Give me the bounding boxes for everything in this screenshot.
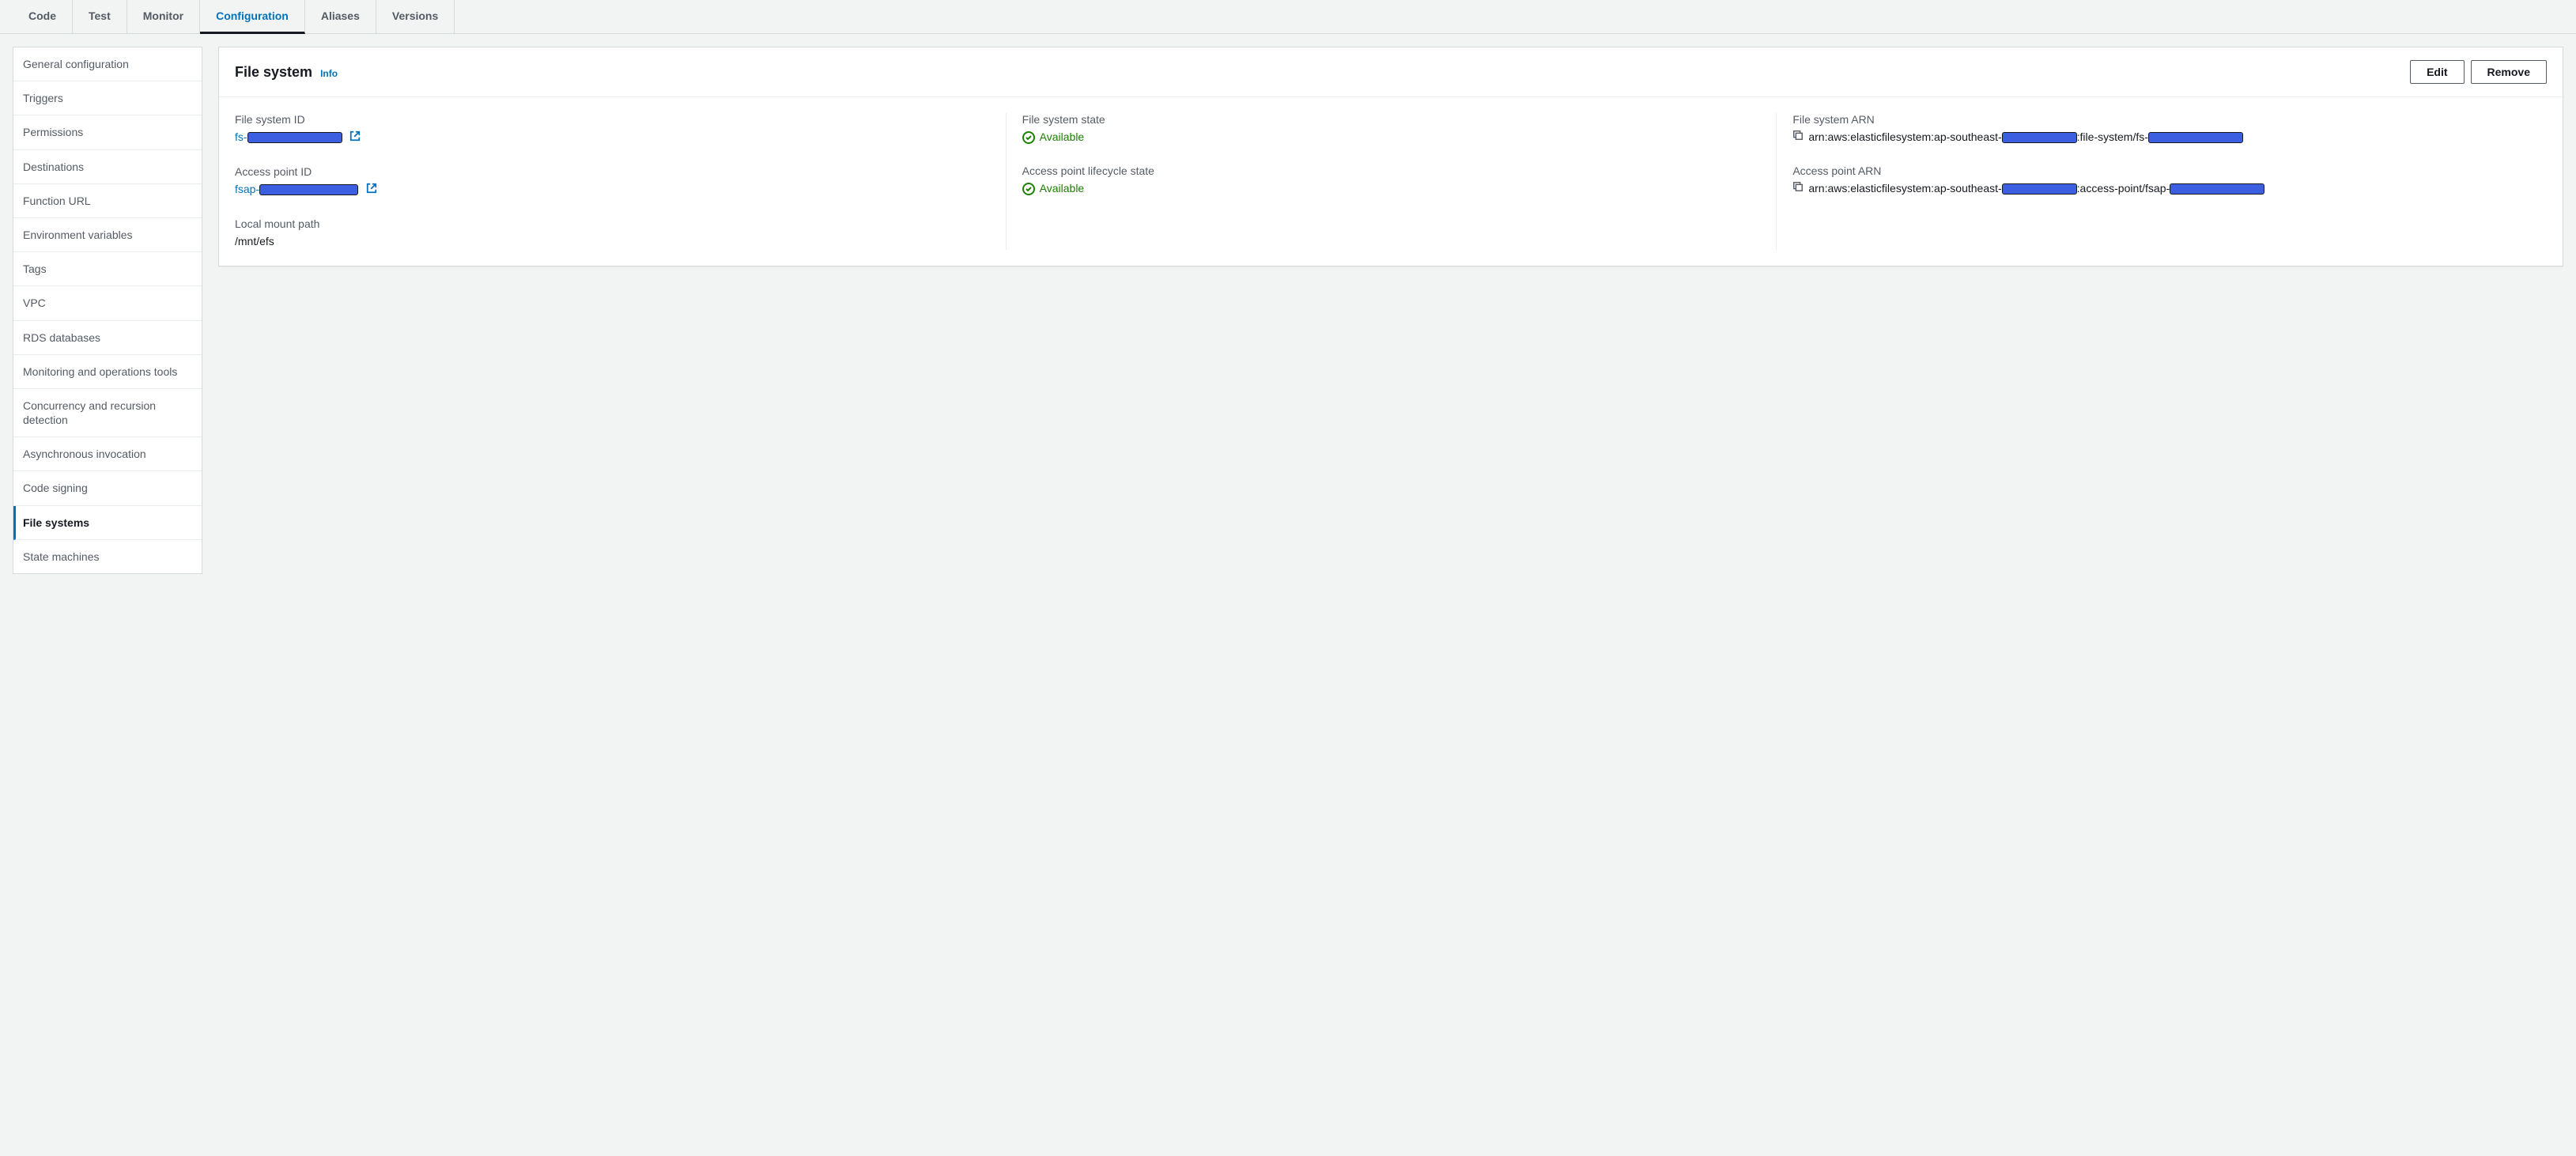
- external-link-icon[interactable]: [349, 130, 361, 146]
- label-local-mount-path: Local mount path: [235, 217, 990, 230]
- panel-title: File system: [235, 64, 312, 81]
- field-file-system-arn: File system ARN arn:aws:elasticfilesyste…: [1792, 113, 2531, 145]
- config-sidebar: General configuration Triggers Permissio…: [13, 47, 202, 574]
- label-access-point-arn: Access point ARN: [1792, 164, 2531, 177]
- tab-configuration[interactable]: Configuration: [200, 0, 305, 34]
- label-access-point-id: Access point ID: [235, 165, 990, 178]
- label-file-system-state: File system state: [1022, 113, 1761, 126]
- sidebar-item-destinations[interactable]: Destinations: [13, 150, 202, 184]
- redacted-account: [2002, 132, 2077, 143]
- tab-test[interactable]: Test: [73, 0, 127, 33]
- sidebar-item-rds-databases[interactable]: RDS databases: [13, 321, 202, 355]
- column-states: File system state Available Access point…: [1006, 113, 1777, 250]
- redacted-fs-id: [2148, 132, 2243, 143]
- field-access-point-state: Access point lifecycle state Available: [1022, 164, 1761, 197]
- external-link-icon[interactable]: [366, 182, 377, 198]
- info-link[interactable]: Info: [320, 68, 338, 79]
- sidebar-item-general-configuration[interactable]: General configuration: [13, 47, 202, 81]
- tab-bar: Code Test Monitor Configuration Aliases …: [0, 0, 2576, 34]
- sidebar-item-vpc[interactable]: VPC: [13, 286, 202, 320]
- sidebar-item-code-signing[interactable]: Code signing: [13, 471, 202, 505]
- access-point-id-link[interactable]: fsap-: [235, 183, 358, 195]
- edit-button[interactable]: Edit: [2410, 60, 2464, 84]
- sidebar-item-concurrency-recursion[interactable]: Concurrency and recursion detection: [13, 389, 202, 437]
- redacted-ap-id: [259, 184, 358, 195]
- redacted-account: [2002, 183, 2077, 195]
- status-ok-icon: [1022, 183, 1035, 195]
- value-file-system-arn: arn:aws:elasticfilesystem:ap-southeast-:…: [1808, 129, 2531, 145]
- sidebar-item-triggers[interactable]: Triggers: [13, 81, 202, 115]
- sidebar-item-async-invocation[interactable]: Asynchronous invocation: [13, 437, 202, 471]
- sidebar-item-tags[interactable]: Tags: [13, 252, 202, 286]
- value-file-system-state: Available: [1022, 129, 1761, 145]
- field-access-point-arn: Access point ARN arn:aws:elasticfilesyst…: [1792, 164, 2531, 197]
- field-file-system-id: File system ID fs-: [235, 113, 990, 146]
- label-file-system-id: File system ID: [235, 113, 990, 126]
- sidebar-item-file-systems[interactable]: File systems: [13, 506, 202, 540]
- sidebar-item-environment-variables[interactable]: Environment variables: [13, 218, 202, 252]
- copy-icon[interactable]: [1792, 129, 1804, 145]
- redacted-ap-id: [2170, 183, 2264, 195]
- value-local-mount-path: /mnt/efs: [235, 233, 990, 250]
- tab-code[interactable]: Code: [13, 0, 73, 33]
- panel-header: File system Info Edit Remove: [219, 47, 2563, 97]
- status-ok-icon: [1022, 131, 1035, 144]
- copy-icon[interactable]: [1792, 180, 1804, 197]
- label-access-point-state: Access point lifecycle state: [1022, 164, 1761, 177]
- file-system-panel: File system Info Edit Remove File system…: [218, 47, 2563, 266]
- sidebar-item-state-machines[interactable]: State machines: [13, 540, 202, 573]
- remove-button[interactable]: Remove: [2471, 60, 2547, 84]
- tab-versions[interactable]: Versions: [376, 0, 455, 33]
- tab-monitor[interactable]: Monitor: [127, 0, 200, 33]
- value-access-point-arn: arn:aws:elasticfilesystem:ap-southeast-:…: [1808, 180, 2531, 197]
- column-arns: File system ARN arn:aws:elasticfilesyste…: [1776, 113, 2547, 250]
- sidebar-item-permissions[interactable]: Permissions: [13, 115, 202, 149]
- file-system-id-link[interactable]: fs-: [235, 130, 342, 143]
- label-file-system-arn: File system ARN: [1792, 113, 2531, 126]
- field-local-mount-path: Local mount path /mnt/efs: [235, 217, 990, 250]
- tab-aliases[interactable]: Aliases: [305, 0, 376, 33]
- redacted-fs-id: [247, 132, 342, 143]
- sidebar-item-function-url[interactable]: Function URL: [13, 184, 202, 218]
- field-access-point-id: Access point ID fsap-: [235, 165, 990, 198]
- sidebar-item-monitoring-tools[interactable]: Monitoring and operations tools: [13, 355, 202, 389]
- column-ids: File system ID fs- Access point ID fsap-: [235, 113, 1006, 250]
- value-access-point-state: Available: [1022, 180, 1761, 197]
- field-file-system-state: File system state Available: [1022, 113, 1761, 145]
